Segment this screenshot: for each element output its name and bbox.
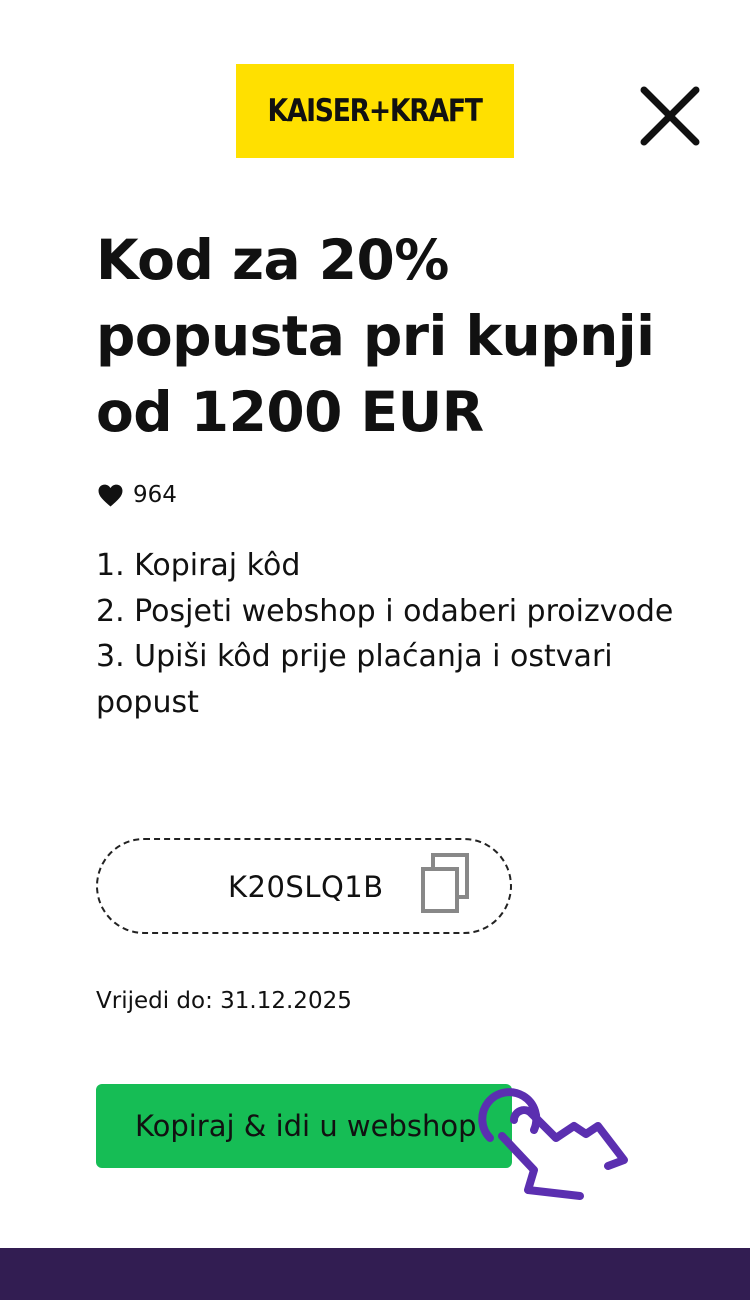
instruction-step: 3. Upiši kôd prije plaćanja i ostvari po… <box>96 639 613 720</box>
offer-title: Kod za 20% popusta pri kupnji od 1200 EU… <box>96 228 655 444</box>
instruction-step: 1. Kopiraj kôd <box>96 548 301 583</box>
heart-icon <box>98 484 123 506</box>
copy-icon[interactable] <box>418 852 472 916</box>
close-button[interactable] <box>636 82 704 150</box>
brand-logo-text: KAISER+KRAFT <box>267 93 484 129</box>
coupon-code: K20SLQ1B <box>228 870 384 904</box>
likes-counter[interactable]: 964 <box>98 482 177 508</box>
coupon-code-box[interactable]: K20SLQ1B <box>96 838 512 934</box>
coupon-modal: KAISER+KRAFT Kod za 20% popusta pri kupn… <box>0 0 750 1300</box>
copy-and-go-label: Kopiraj & idi u webshop <box>135 1109 477 1143</box>
footer-bar <box>0 1248 750 1300</box>
instruction-step: 2. Posjeti webshop i odaberi proizvode <box>96 593 674 629</box>
copy-and-go-button[interactable]: Kopiraj & idi u webshop <box>96 1084 512 1168</box>
brand-logo: KAISER+KRAFT <box>236 64 514 158</box>
instructions-list: 1. Kopiraj kôd 2. Posjeti webshop i odab… <box>96 543 676 725</box>
close-icon <box>640 86 700 146</box>
likes-count: 964 <box>133 482 177 508</box>
validity-date: Vrijedi do: 31.12.2025 <box>96 988 352 1014</box>
